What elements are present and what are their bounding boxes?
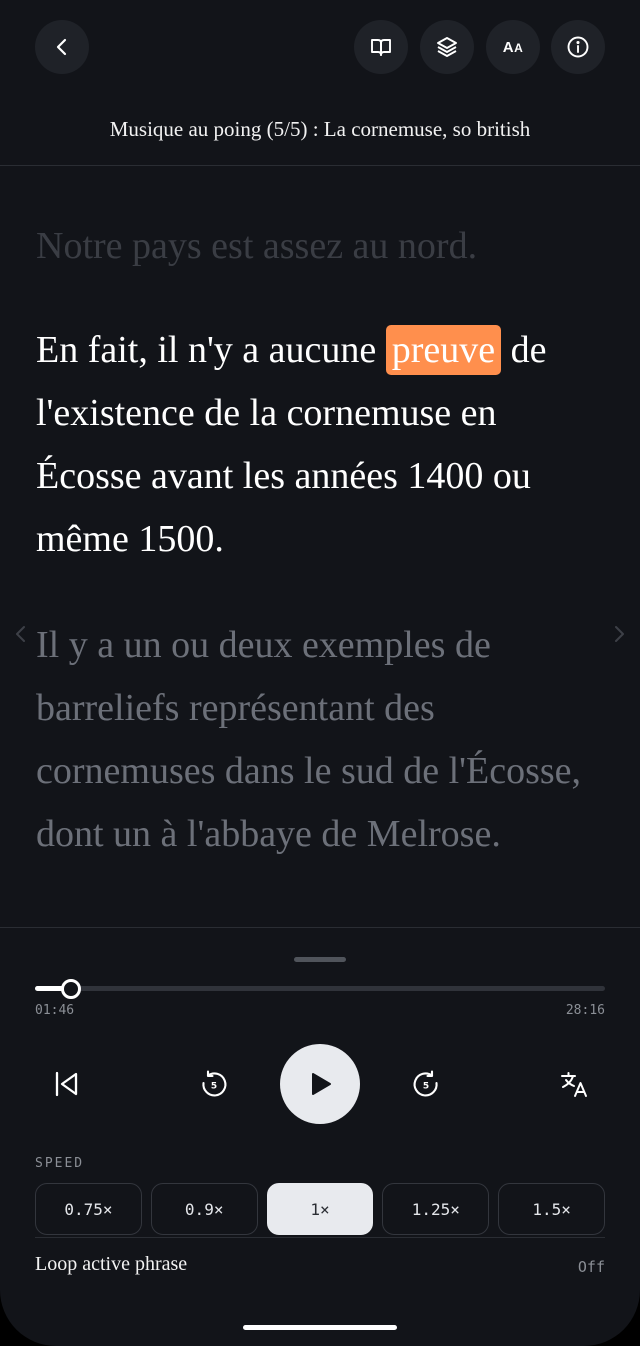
- total-time: 28:16: [565, 1003, 605, 1018]
- progress-knob[interactable]: [60, 979, 81, 999]
- speed-option-selected[interactable]: 1×: [266, 1183, 374, 1235]
- speed-option[interactable]: 1.5×: [498, 1183, 605, 1235]
- layers-icon: [437, 37, 457, 57]
- info-icon: [567, 36, 589, 58]
- loop-phrase-toggle[interactable]: Off: [578, 1258, 605, 1276]
- info-button[interactable]: [551, 20, 605, 74]
- skip-previous-icon: [55, 1071, 78, 1097]
- rewind-button[interactable]: 5: [196, 1066, 232, 1102]
- rewind-5-icon: 5: [202, 1070, 227, 1097]
- reader-screen: AA Musique au poing (5/5) : La cornemuse…: [0, 0, 640, 1346]
- speed-option[interactable]: 0.75×: [35, 1183, 142, 1235]
- home-indicator[interactable]: [243, 1325, 397, 1330]
- active-phrase-start: En fait, il n'y a aucune: [36, 329, 386, 371]
- drag-handle[interactable]: [294, 957, 346, 962]
- next-phrase[interactable]: Il y a un ou deux exemples de barreliefs…: [36, 614, 606, 866]
- previous-phrase[interactable]: Notre pays est assez au nord.: [36, 215, 606, 278]
- svg-text:5: 5: [211, 1082, 217, 1092]
- speed-option[interactable]: 1.25×: [382, 1183, 490, 1235]
- back-button[interactable]: [35, 20, 89, 74]
- speed-option[interactable]: 0.9×: [150, 1183, 258, 1235]
- player-divider: [0, 927, 640, 928]
- active-phrase[interactable]: En fait, il n'y a aucune preuve de l'exi…: [36, 319, 606, 571]
- back-icon: [56, 38, 67, 56]
- elapsed-time: 01:46: [35, 1003, 75, 1018]
- text-size-button[interactable]: AA: [486, 20, 540, 74]
- header-divider: [0, 165, 640, 166]
- loop-divider: [35, 1237, 605, 1238]
- forward-5-icon: 5: [413, 1070, 438, 1097]
- translate-icon: [561, 1072, 587, 1097]
- speed-selector: 0.75× 0.9× 1× 1.25× 1.5×: [35, 1183, 605, 1235]
- play-button[interactable]: [280, 1044, 360, 1124]
- speed-label: SPEED: [35, 1156, 85, 1171]
- dictionary-button[interactable]: [354, 20, 408, 74]
- highlighted-word[interactable]: preuve: [385, 325, 502, 375]
- next-page-icon[interactable]: [610, 620, 630, 648]
- loop-phrase-label[interactable]: Loop active phrase: [35, 1253, 187, 1276]
- progress-track[interactable]: [35, 986, 605, 991]
- previous-page-icon[interactable]: [10, 620, 30, 648]
- episode-title: Musique au poing (5/5) : La cornemuse, s…: [109, 117, 531, 141]
- play-icon: [312, 1073, 331, 1095]
- forward-button[interactable]: 5: [408, 1066, 444, 1102]
- translate-button[interactable]: [556, 1066, 592, 1102]
- previous-track-button[interactable]: [46, 1064, 86, 1104]
- book-icon: [371, 39, 391, 56]
- layers-button[interactable]: [420, 20, 474, 74]
- svg-text:5: 5: [423, 1082, 429, 1092]
- text-size-icon: AA: [502, 38, 524, 56]
